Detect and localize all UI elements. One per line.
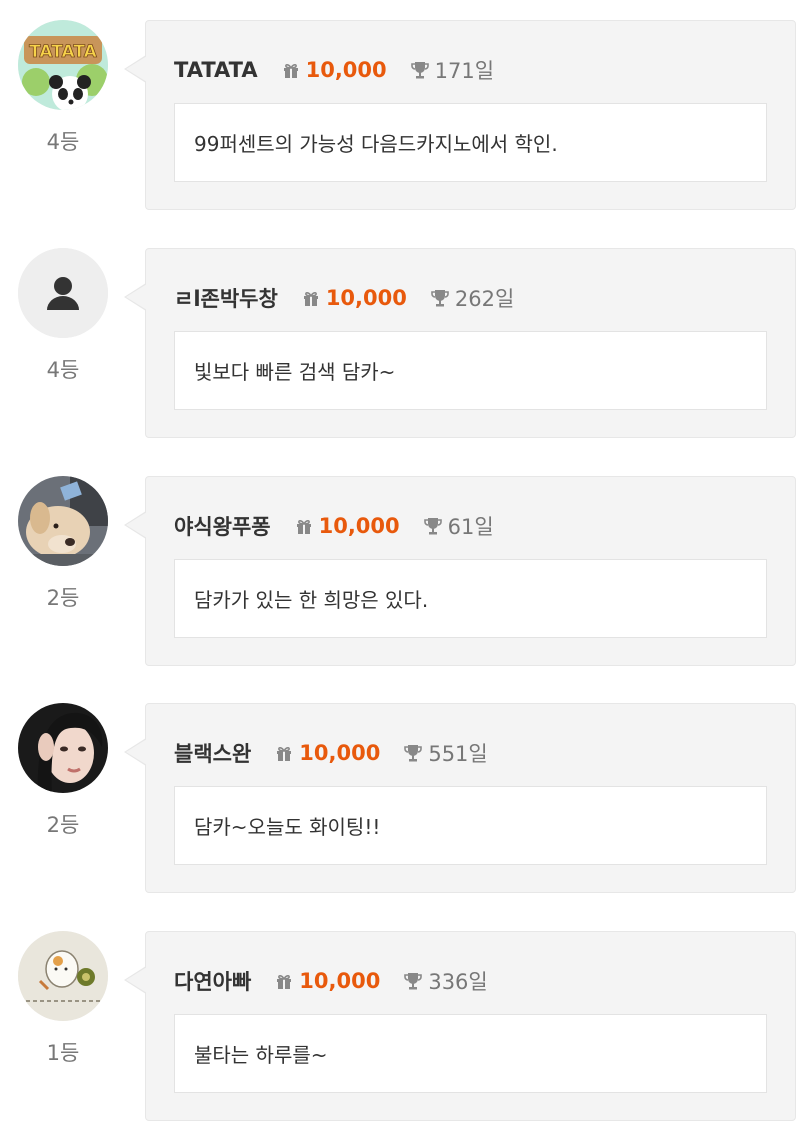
comment-message: 불타는 하루를~ bbox=[174, 1014, 767, 1093]
rank-label: 2등 bbox=[46, 586, 80, 610]
nickname[interactable]: 다연아빠 bbox=[174, 966, 251, 996]
comment-meta: 블랙스완 10,000 551일 bbox=[174, 738, 488, 768]
days-count: 262일 bbox=[454, 287, 515, 311]
rank-label: 4등 bbox=[46, 130, 80, 154]
rank-label: 2등 bbox=[46, 813, 80, 837]
comment-item: TATATA 4등 TATATA 10,000 171일 99퍼센트의 가능성 … bbox=[0, 20, 800, 210]
points-value: 10,000 bbox=[299, 969, 381, 993]
comment-card: 블랙스완 10,000 551일 담카~오늘도 화이팅!! bbox=[124, 703, 796, 893]
avatar[interactable] bbox=[18, 703, 108, 793]
points-value: 10,000 bbox=[318, 514, 400, 538]
avatar[interactable] bbox=[18, 476, 108, 566]
comment-card: 다연아빠 10,000 336일 불타는 하루를~ bbox=[124, 931, 796, 1121]
woman-photo-avatar-icon bbox=[18, 703, 108, 793]
trophy-icon bbox=[402, 970, 424, 992]
gift-icon bbox=[300, 287, 322, 309]
avatar[interactable]: TATATA bbox=[18, 20, 108, 110]
default-user-avatar-icon bbox=[18, 248, 108, 338]
comment-card: TATATA 10,000 171일 99퍼센트의 가능성 다음드카지노에서 학… bbox=[124, 20, 796, 210]
rank-label: 1등 bbox=[46, 1041, 80, 1065]
gift-icon bbox=[273, 742, 295, 764]
gift-icon bbox=[273, 970, 295, 992]
dog-photo-avatar-icon bbox=[18, 476, 108, 566]
points-value: 10,000 bbox=[305, 58, 387, 82]
comment-message: 99퍼센트의 가능성 다음드카지노에서 학인. bbox=[174, 103, 767, 182]
cartoon-sketch-avatar-icon bbox=[18, 931, 108, 1021]
gift-icon bbox=[280, 59, 302, 81]
comment-card: ㄹl존박두창 10,000 262일 빛보다 빠른 검색 담카~ bbox=[124, 248, 796, 438]
comment-message: 빛보다 빠른 검색 담카~ bbox=[174, 331, 767, 410]
comment-item: 4등 ㄹl존박두창 10,000 262일 빛보다 빠른 검색 담카~ bbox=[0, 248, 800, 438]
nickname[interactable]: TATATA bbox=[174, 58, 258, 82]
nickname[interactable]: ㄹl존박두창 bbox=[174, 283, 278, 313]
comment-meta: ㄹl존박두창 10,000 262일 bbox=[174, 283, 514, 313]
trophy-icon bbox=[402, 742, 424, 764]
days-count: 171일 bbox=[434, 59, 495, 83]
comment-item: 2등 블랙스완 10,000 551일 담카~오늘도 화이팅!! bbox=[0, 703, 800, 893]
comment-message: 담카가 있는 한 희망은 있다. bbox=[174, 559, 767, 638]
avatar[interactable] bbox=[18, 931, 108, 1021]
trophy-icon bbox=[429, 287, 451, 309]
nickname[interactable]: 야식왕푸퐁 bbox=[174, 511, 271, 541]
trophy-icon bbox=[409, 59, 431, 81]
comment-message: 담카~오늘도 화이팅!! bbox=[174, 786, 767, 865]
comment-card: 야식왕푸퐁 10,000 61일 담카가 있는 한 희망은 있다. bbox=[124, 476, 796, 666]
days-count: 551일 bbox=[428, 742, 488, 766]
comment-item: 1등 다연아빠 10,000 336일 불타는 하루를~ bbox=[0, 931, 800, 1121]
comment-meta: TATATA 10,000 171일 bbox=[174, 55, 494, 85]
comment-list: TATATA 4등 TATATA 10,000 171일 99퍼센트의 가능성 … bbox=[0, 0, 800, 1141]
avatar-sign-text: TATATA bbox=[29, 42, 98, 62]
comment-meta: 야식왕푸퐁 10,000 61일 bbox=[174, 511, 494, 541]
points-value: 10,000 bbox=[325, 286, 407, 310]
days-count: 336일 bbox=[428, 970, 488, 994]
avatar[interactable] bbox=[18, 248, 108, 338]
comment-meta: 다연아빠 10,000 336일 bbox=[174, 966, 488, 996]
trophy-icon bbox=[422, 515, 444, 537]
gift-icon bbox=[293, 515, 315, 537]
panda-sign-avatar-icon: TATATA bbox=[18, 20, 108, 110]
days-count: 61일 bbox=[447, 515, 494, 539]
rank-label: 4등 bbox=[46, 358, 80, 382]
comment-item: 2등 야식왕푸퐁 10,000 61일 담카가 있는 한 희망은 있다. bbox=[0, 476, 800, 666]
nickname[interactable]: 블랙스완 bbox=[174, 738, 251, 768]
points-value: 10,000 bbox=[299, 741, 381, 765]
